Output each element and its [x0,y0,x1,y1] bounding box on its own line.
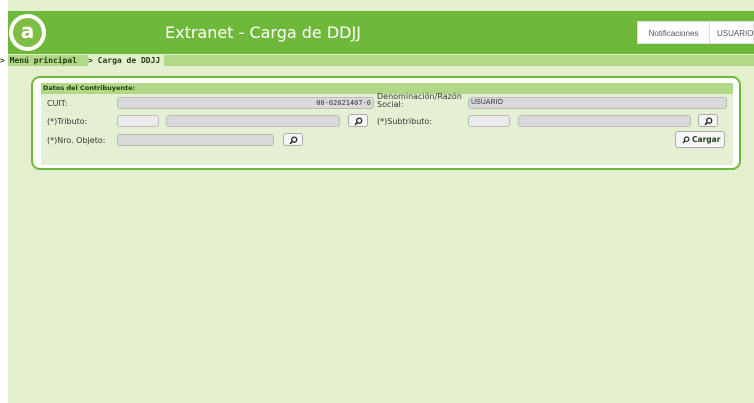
tributo-search-button[interactable] [348,114,368,127]
search-icon [354,117,363,126]
cuit-label: CUIT: [47,99,68,108]
tributo-code-field[interactable] [117,115,159,127]
breadcrumb-current: > Carga de DDJJ [88,55,165,66]
breadcrumb-main-menu-link[interactable]: > Menú principal [0,55,77,66]
subtributo-code-field[interactable] [468,115,510,127]
denominacion-label: Denominación/Razón Social: [377,93,462,109]
page-title: Extranet - Carga de DDJJ [165,23,361,42]
tributo-label: (*)Tributo: [47,117,88,126]
objeto-search-button[interactable] [283,133,303,146]
objeto-label: (*)Nro. Objeto: [47,136,106,145]
subtributo-description-field[interactable] [518,115,691,127]
tributo-description-field[interactable] [166,115,340,127]
cuit-field[interactable]: 00-02021407-0 [117,97,374,109]
panel-body: CUIT: 00-02021407-0 Denominación/Razón S… [41,93,733,165]
objeto-field[interactable] [117,134,274,146]
header-bar: a Extranet - Carga de DDJJ Notificacione… [8,11,754,54]
logo-icon[interactable]: a [9,14,46,51]
subtributo-label: (*)Subtributo: [377,117,432,126]
page: a Extranet - Carga de DDJJ Notificacione… [0,0,754,403]
search-icon [682,136,690,144]
denominacion-field[interactable]: USUARIO [468,97,727,109]
breadcrumb: > Menú principal > Carga de DDJJ [0,55,754,66]
cargar-button[interactable]: Cargar [675,131,725,148]
logo-letter: a [13,18,42,47]
search-icon [289,136,298,145]
cargar-button-label: Cargar [692,135,721,144]
search-icon [704,117,713,126]
notifications-button[interactable]: Notificaciones [637,21,710,44]
user-menu-button[interactable]: USUARIO [710,21,754,44]
subtributo-search-button[interactable] [698,114,718,127]
contributor-data-panel: Datos del Contribuyente: CUIT: 00-020214… [31,76,741,170]
denominacion-label-line2: Social: [377,100,404,109]
